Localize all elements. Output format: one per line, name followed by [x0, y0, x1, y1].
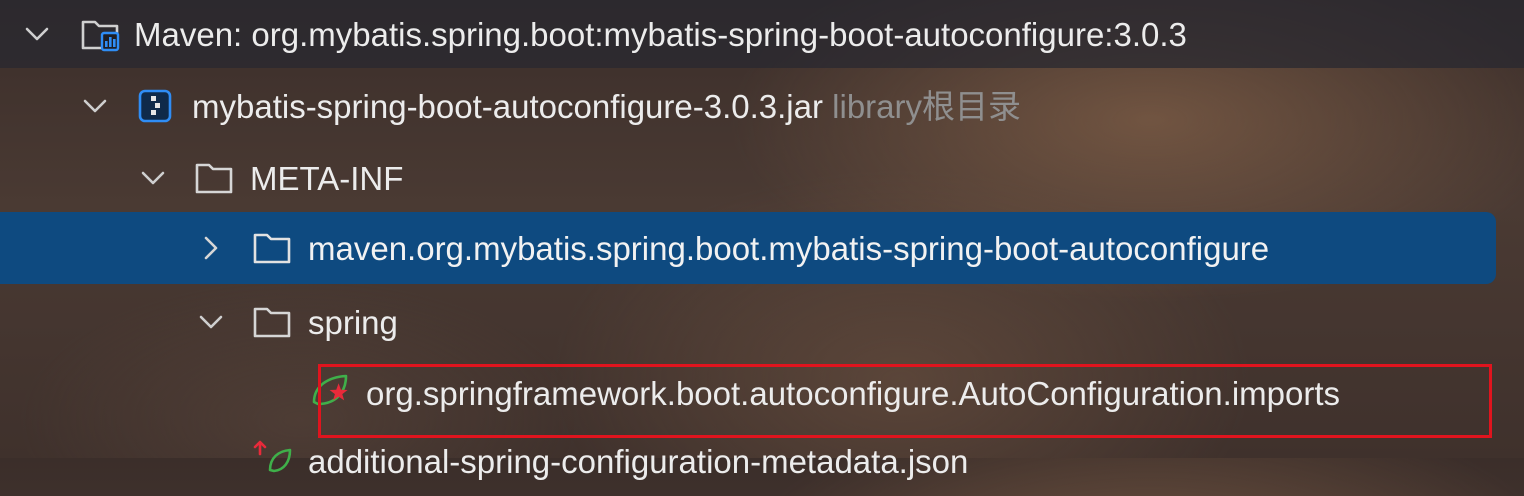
tree-row-label: META-INF [250, 160, 404, 197]
tree-row-maven-folder[interactable]: maven.org.mybatis.spring.boot.mybatis-sp… [0, 218, 1524, 278]
chevron-down-icon[interactable] [196, 307, 226, 337]
project-tree: Maven: org.mybatis.spring.boot:mybatis-s… [0, 0, 1524, 480]
tree-row-meta-inf[interactable]: META-INF [0, 148, 1524, 208]
jar-archive-icon [138, 88, 178, 124]
chevron-right-icon[interactable] [196, 233, 226, 263]
folder-icon [252, 304, 292, 340]
tree-row-label: mybatis-spring-boot-autoconfigure-3.0.3.… [192, 89, 1021, 125]
tree-row-label: spring [308, 304, 398, 341]
spring-metadata-file-icon [252, 440, 292, 476]
tree-row-additional-metadata[interactable]: additional-spring-configuration-metadata… [0, 436, 1524, 496]
library-root-hint: library根目录 [832, 88, 1022, 125]
chevron-down-icon[interactable] [80, 91, 110, 121]
folder-icon [252, 230, 292, 266]
highlight-annotation-box [318, 364, 1492, 438]
chevron-down-icon[interactable] [22, 19, 52, 49]
tree-row-maven-library[interactable]: Maven: org.mybatis.spring.boot:mybatis-s… [0, 4, 1524, 64]
tree-row-label: Maven: org.mybatis.spring.boot:mybatis-s… [134, 16, 1187, 53]
folder-icon [194, 160, 234, 196]
tree-row-label: maven.org.mybatis.spring.boot.mybatis-sp… [308, 230, 1270, 267]
maven-library-icon [80, 16, 120, 52]
jar-name: mybatis-spring-boot-autoconfigure-3.0.3.… [192, 88, 823, 125]
chevron-down-icon[interactable] [138, 163, 168, 193]
tree-row-spring[interactable]: spring [0, 292, 1524, 352]
tree-row-jar[interactable]: mybatis-spring-boot-autoconfigure-3.0.3.… [0, 76, 1524, 136]
tree-row-label: additional-spring-configuration-metadata… [308, 443, 969, 480]
